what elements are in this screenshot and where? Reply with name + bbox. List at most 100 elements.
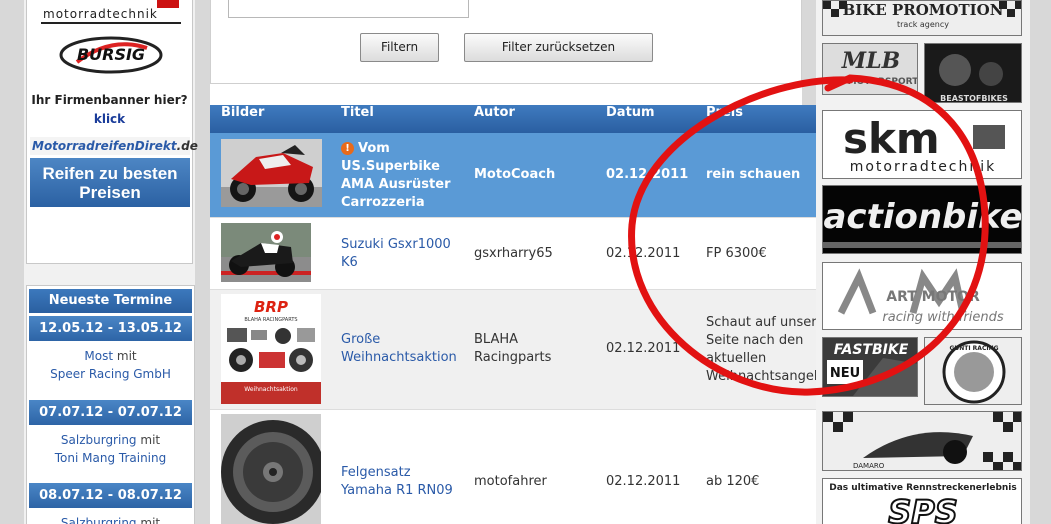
reset-filter-button[interactable]: Filter zurücksetzen	[464, 33, 653, 62]
termin-place-line: Most mit	[27, 349, 194, 363]
listing-title-line: AMA Ausrüster	[341, 177, 451, 192]
row-divider	[210, 217, 820, 218]
column-header-preis[interactable]: Preis	[706, 105, 743, 133]
main-content: Filtern Filter zurücksetzen Bilder Titel…	[210, 0, 884, 524]
listing-title-line: Suzuki Gsxr1000	[341, 237, 451, 252]
ad-actionbike[interactable]: actionbike	[822, 185, 1022, 254]
listing-author: MotoCoach	[474, 167, 556, 182]
ad-damaro[interactable]: DAMARO	[822, 411, 1022, 471]
termin-joiner: mit	[140, 516, 161, 524]
termin-org-link[interactable]: Speer Racing GmbH	[50, 367, 171, 381]
listing-title[interactable]: Felgensatz Yamaha R1 RN09	[341, 464, 453, 500]
important-icon: !	[341, 142, 354, 155]
mlb-sub: MOTORSPORT	[848, 77, 918, 87]
termin-joiner: mit	[116, 349, 137, 363]
listing-date: 02.12.2011	[606, 341, 681, 356]
fastbike-badge: NEU	[830, 366, 860, 381]
listing-author-line: Racingparts	[474, 350, 552, 365]
ad-bike-promotion[interactable]: BIKE PROMOTION track agency	[822, 0, 1022, 36]
listing-title-line: US.Superbike	[341, 159, 440, 174]
sps-caption: Das ultimative Rennstreckenerlebnis	[829, 483, 1017, 493]
listing-date: 02.12.2011	[606, 167, 689, 182]
listing-title[interactable]: Große Weihnachtsaktion	[341, 331, 457, 367]
reifen-banner[interactable]: Reifen zu besten Preisen	[30, 158, 190, 207]
column-header-datum[interactable]: Datum	[606, 105, 655, 133]
listing-author-line: BLAHA	[474, 332, 519, 347]
listing-price: rein schauen	[706, 167, 801, 182]
termin-date: 07.07.12 - 07.07.12	[29, 400, 192, 425]
mlb-graphic: MLB MOTORSPORT	[823, 44, 918, 94]
sps-graphic: Das ultimative Rennstreckenerlebnis SPS	[823, 479, 1021, 524]
listing-author: gsxrharry65	[474, 246, 553, 261]
listing-title-line: Weihnachtsaktion	[341, 350, 457, 365]
damaro-graphic: DAMARO	[823, 412, 1021, 470]
table-row[interactable]: Felgensatz Yamaha R1 RN09 motofahrer 02.…	[210, 409, 820, 524]
termine-heading: Neueste Termine	[29, 289, 192, 313]
termin-place-link[interactable]: Salzburgring	[61, 516, 137, 524]
listing-author: motofahrer	[474, 474, 547, 489]
bursig-text: BURSIG	[77, 45, 145, 64]
termin-org-line: Speer Racing GmbH	[27, 367, 194, 381]
row-divider	[210, 289, 820, 290]
sps-text: SPS	[888, 493, 958, 524]
skm-big-text: skm	[843, 114, 940, 163]
listing-title-line: Felgensatz	[341, 465, 411, 480]
table-row[interactable]: Suzuki Gsxr1000 K6 gsxrharry65 02.12.201…	[210, 218, 820, 289]
listing-thumbnail[interactable]	[221, 414, 321, 524]
fastbike-text: FASTBIKE	[834, 342, 909, 358]
art-motor-graphic: ART MOTOR racing with friends	[823, 263, 1021, 329]
listing-thumbnail[interactable]: BRP BLAHA RACINGPARTS Weihnachtsaktion	[221, 294, 321, 404]
filter-text-input[interactable]	[228, 0, 469, 18]
termin-date: 12.05.12 - 13.05.12	[29, 316, 192, 341]
reifen-line1: Reifen zu besten	[42, 164, 178, 183]
termin-joiner: mit	[140, 433, 161, 447]
reifen-line2: Preisen	[79, 183, 141, 202]
listing-date: 02.12.2011	[606, 474, 681, 489]
bursig-logo[interactable]: BURSIG	[57, 32, 165, 78]
termin-org-link[interactable]: Toni Mang Training	[55, 451, 166, 465]
listing-title[interactable]: Suzuki Gsxr1000 K6	[341, 236, 451, 272]
termin-date: 08.07.12 - 08.07.12	[29, 483, 192, 508]
termin-place-link[interactable]: Salzburgring	[61, 433, 137, 447]
fastbike-graphic: FASTBIKE NEU	[823, 338, 917, 396]
beast-text: BEASTOFBIKES	[940, 94, 1008, 103]
ad-sps[interactable]: Das ultimative Rennstreckenerlebnis SPS	[822, 478, 1022, 524]
gunti-text: GUNTI RACING	[949, 345, 998, 352]
ad-gunti-racing[interactable]: GUNTI RACING	[924, 337, 1022, 405]
ad-mlb-motorsport[interactable]: MLB MOTORSPORT	[822, 43, 918, 95]
termine-panel: Neueste Termine 12.05.12 - 13.05.12 Most…	[26, 285, 195, 524]
table-row[interactable]: BRP BLAHA RACINGPARTS Weihnachtsaktion G…	[210, 289, 843, 409]
skm-logo-accent	[157, 0, 179, 8]
ad-skm-motorradtechnik[interactable]: skm motorradtechnik	[822, 110, 1022, 179]
skm-logo-small[interactable]: motorradtechnik	[41, 0, 181, 24]
left-banner-panel: motorradtechnik BURSIG Ihr Firmenbanner …	[26, 0, 198, 264]
bike-promotion-text: BIKE PROMOTION	[843, 1, 1004, 19]
listing-thumbnail[interactable]	[221, 139, 322, 207]
ad-art-motor[interactable]: ART MOTOR racing with friends	[822, 262, 1022, 330]
page-edge	[1030, 0, 1051, 524]
row-divider	[210, 409, 820, 410]
column-header-bilder[interactable]: Bilder	[221, 105, 264, 133]
table-row[interactable]: ! Vom US.Superbike AMA Ausrüster Carrozze…	[210, 133, 884, 217]
listing-thumbnail[interactable]	[221, 223, 311, 282]
banner-question: Ihr Firmenbanner hier?	[31, 93, 188, 107]
banner-klick-link[interactable]: klick	[27, 112, 192, 126]
brp-sub-text: BLAHA RACINGPARTS	[244, 317, 297, 323]
ad-fastbike[interactable]: FASTBIKE NEU	[822, 337, 918, 397]
ad-beast-of-bikes[interactable]: BEASTOFBIKES	[924, 43, 1022, 103]
table-header: Bilder Titel Autor Datum Preis	[210, 105, 884, 133]
art-motor-text: ART MOTOR	[886, 289, 980, 305]
listing-title-line: K6	[341, 255, 358, 270]
listing-title[interactable]: ! Vom US.Superbike AMA Ausrüster Carrozze…	[341, 140, 450, 212]
listing-title-line: Große	[341, 332, 381, 347]
termin-place-link[interactable]: Most	[84, 349, 113, 363]
bike-promotion-graphic: BIKE PROMOTION track agency	[823, 1, 1021, 35]
motorradreifen-banner[interactable]: MotorradreifenDirekt.de	[30, 137, 198, 155]
column-header-autor[interactable]: Autor	[474, 105, 515, 133]
brp-caption: Weihnachtsaktion	[244, 386, 298, 393]
column-header-titel[interactable]: Titel	[341, 105, 374, 133]
listing-date: 02.12.2011	[606, 246, 681, 261]
filter-button[interactable]: Filtern	[360, 33, 439, 62]
termin-place-line: Salzburgring mit	[27, 516, 194, 524]
listing-price: FP 6300€	[706, 246, 767, 261]
